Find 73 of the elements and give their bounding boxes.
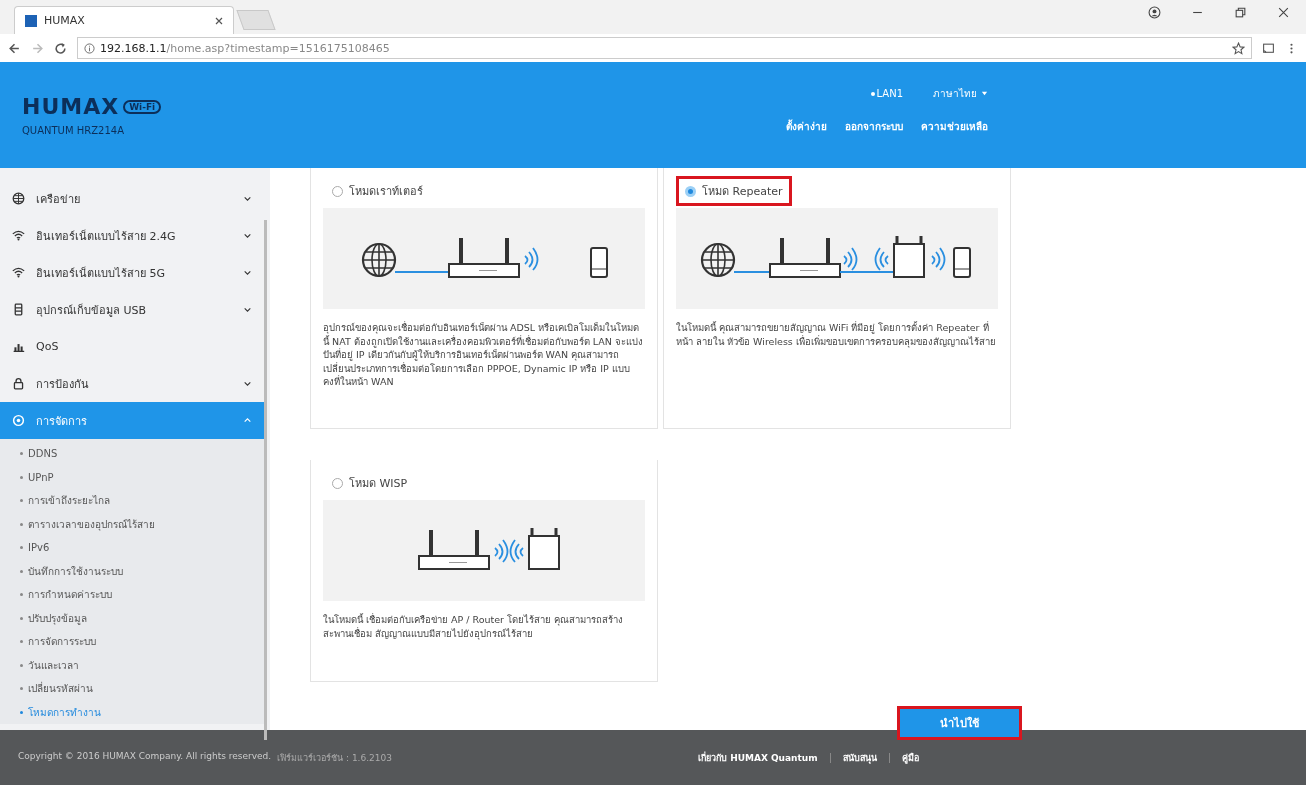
radio-button[interactable] — [332, 185, 343, 197]
caret-icon — [981, 90, 988, 97]
submenu-item[interactable]: เปลี่ยนรหัสผ่าน — [20, 677, 264, 701]
cast-icon[interactable] — [1262, 41, 1275, 55]
mode-description: ในโหมดนี้ คุณสามารถขยายสัญญาณ WiFi ที่มีอยู่ โดยการตั้งค่า Repeater ที่หน้า ลายใน หัวข้อ Wireless เพื่อเพิ่มขอบเขตการครอบคลุมของสัญญาณไร้สาย — [676, 321, 997, 348]
connection-status: LAN1 — [870, 88, 903, 99]
bullet-icon — [20, 663, 23, 667]
submenu-item[interactable]: IPv6 — [20, 536, 264, 560]
chevron-icon — [243, 194, 252, 203]
menu-item[interactable]: QoS — [0, 328, 264, 365]
submenu-item[interactable]: บันทึกการใช้งานระบบ — [20, 559, 264, 583]
account-icon[interactable] — [1148, 5, 1161, 19]
radio-button[interactable] — [332, 477, 343, 489]
close-icon[interactable] — [1277, 5, 1290, 19]
firmware-version: เฟิร์มแวร์เวอร์ชัน : 1.6.2103 — [277, 751, 392, 765]
address-bar[interactable]: 192.168.1.1/home.asp?timestamp=1516175108465 — [77, 37, 1252, 59]
mode-description: ในโหมดนี้ เชื่อมต่อกับเครือข่าย AP / Router โดยไร้สาย คุณสามารถสร้างสะพานเชื่อม สัญญาณแบบมีสายไปยังอุปกรณ์ไร้สาย — [323, 613, 625, 640]
bullet-icon — [20, 452, 23, 456]
menu-item[interactable]: การป้องกัน — [0, 365, 264, 402]
footer-link[interactable]: เกี่ยวกับ HUMAX Quantum — [698, 750, 818, 765]
star-icon[interactable] — [1232, 41, 1245, 55]
globe-icon — [12, 192, 25, 205]
browser-tab[interactable]: HUMAX — [14, 6, 234, 34]
storage-icon — [12, 303, 25, 316]
menu-item[interactable]: เครือข่าย — [0, 180, 264, 217]
submenu-item[interactable]: การกำหนดค่าระบบ — [20, 583, 264, 607]
bullet-icon — [20, 687, 23, 691]
chevron-icon — [243, 379, 252, 388]
mode-option[interactable]: โหมดเราท์เตอร์ — [323, 176, 432, 206]
mode-option[interactable]: โหมด WISP — [323, 468, 417, 498]
submenu-item[interactable]: การเข้าถึงระยะไกล — [20, 489, 264, 513]
brand-logo: HUMAX — [22, 94, 120, 119]
mode-description: อุปกรณ์ของคุณจะเชื่อมต่อกับอินเทอร์เน็ตผ่าน ADSL หรือเคเบิลโมเด็มในโหมดนี้ NAT ต้องถูกเปิดใช้งานและเครื่องคอมพิวเตอร์ที่เชื่อมต่อกับพอร์ต LAN จะแบ่งปันที่อยู่ IP เดียวกันกับผู้ให้บริการอินเทอร์เน็ตผ่านพอร์ต WAN คุณสามารถเปลี่ยนประเภทการเชื่อมต่อโดยการเลือก PPPOE, Dynamic IP หรือ IP แบบคงที่ในหน้า WAN — [323, 321, 644, 389]
bullet-icon — [20, 710, 23, 714]
back-icon[interactable] — [8, 41, 21, 55]
reload-icon[interactable] — [54, 41, 67, 55]
bullet-icon — [20, 475, 23, 479]
lock-icon — [12, 377, 25, 390]
bullet-icon — [20, 546, 23, 550]
menu-item[interactable]: อินเทอร์เน็ตแบบไร้สาย 5G — [0, 254, 264, 291]
wifi-icon — [12, 229, 25, 242]
restore-icon[interactable] — [1234, 5, 1247, 19]
chevron-icon — [243, 416, 252, 425]
bullet-icon — [20, 616, 23, 620]
bullet-icon — [20, 640, 23, 644]
menu-item[interactable]: อุปกรณ์เก็บข้อมูล USB — [0, 291, 264, 328]
close-icon[interactable] — [215, 16, 223, 25]
model-name: QUANTUM HRZ214A — [22, 125, 125, 136]
submenu-item[interactable]: ตารางเวลาของอุปกรณ์ไร้สาย — [20, 512, 264, 536]
logo-badge: Wi-Fi — [123, 99, 162, 114]
radio-button[interactable] — [685, 185, 696, 197]
footer-link[interactable]: สนับสนุน — [842, 750, 877, 765]
mode-option[interactable]: โหมด Repeater — [676, 176, 792, 206]
scrollbar[interactable] — [264, 220, 267, 740]
settings-icon — [12, 414, 25, 427]
submenu-item[interactable]: UPnP — [20, 465, 264, 489]
chevron-icon — [243, 305, 252, 314]
wifi-icon — [12, 266, 25, 279]
chevron-icon — [243, 231, 252, 240]
bullet-icon — [20, 499, 23, 503]
submenu-item[interactable]: การจัดการระบบ — [20, 630, 264, 654]
bullet-icon — [20, 593, 23, 597]
submenu-item[interactable]: วันและเวลา — [20, 653, 264, 677]
submenu-item[interactable]: ปรับปรุงข้อมูล — [20, 606, 264, 630]
submenu-item[interactable]: DDNS — [20, 442, 264, 466]
copyright-text: Copyright © 2016 HUMAX Company. All rights reserved. — [18, 750, 272, 763]
info-icon — [84, 42, 95, 54]
footer-link[interactable]: คู่มือ — [901, 750, 919, 765]
menu-item[interactable]: อินเทอร์เน็ตแบบไร้สาย 2.4G — [0, 217, 264, 254]
favicon-icon — [25, 14, 37, 27]
bullet-icon — [20, 522, 23, 526]
chevron-icon — [243, 268, 252, 277]
bullet-icon — [20, 569, 23, 573]
